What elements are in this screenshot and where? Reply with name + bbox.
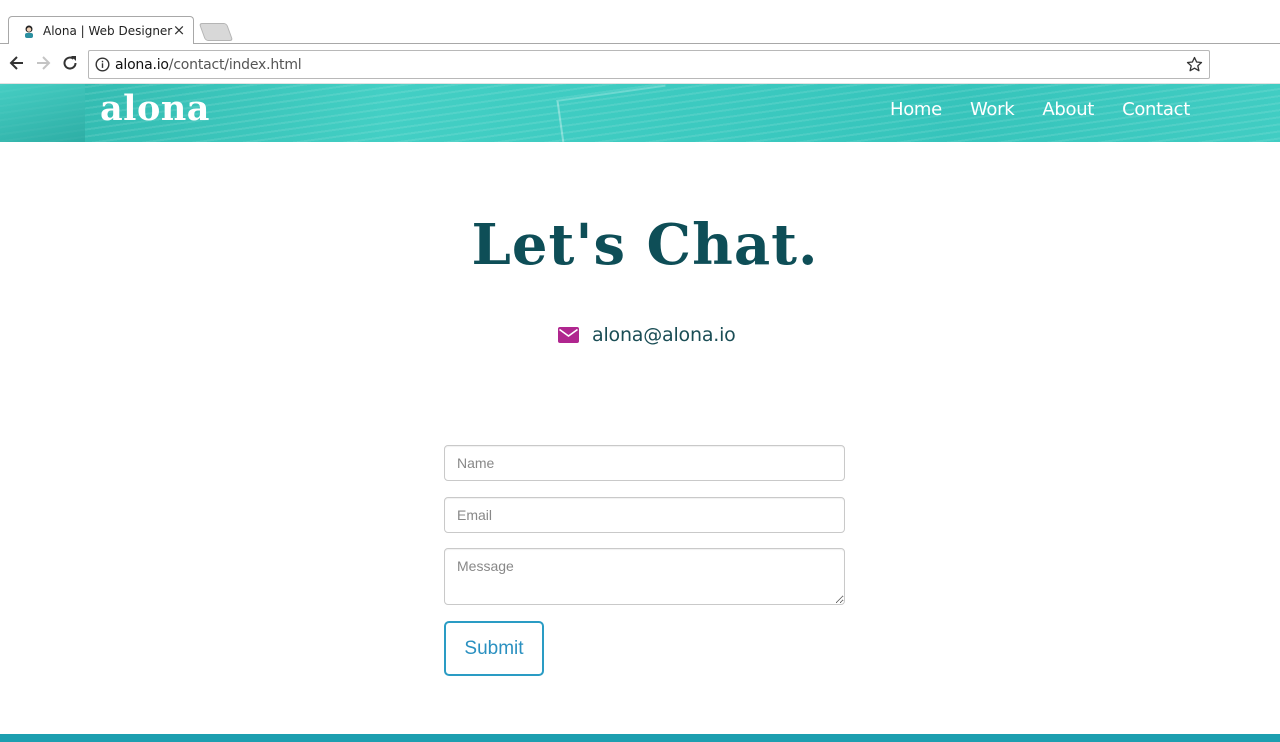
nav-home[interactable]: Home <box>890 99 942 120</box>
contact-email: alona@alona.io <box>558 322 736 348</box>
nav-contact[interactable]: Contact <box>1122 99 1190 120</box>
envelope-icon <box>558 327 579 343</box>
url-path: /contact/index.html <box>168 57 302 73</box>
reload-icon[interactable] <box>60 53 80 73</box>
header-background-decoration <box>0 84 85 142</box>
footer-bar <box>0 734 1280 742</box>
email-address-link[interactable]: alona@alona.io <box>592 324 736 346</box>
email-input[interactable] <box>444 497 845 533</box>
message-textarea[interactable] <box>444 548 845 605</box>
browser-tab-strip: Alona | Web Designer × <box>0 0 1280 45</box>
tab-title: Alona | Web Designer <box>43 24 173 38</box>
address-bar[interactable]: alona.io/contact/index.html <box>88 50 1210 79</box>
main-nav: Home Work About Contact <box>890 99 1190 120</box>
favicon-icon <box>25 25 33 38</box>
tab-close-icon[interactable]: × <box>172 22 186 38</box>
url-text: alona.io/contact/index.html <box>115 57 302 73</box>
url-host: alona.io <box>115 57 169 73</box>
bookmark-star-icon[interactable] <box>1186 56 1203 73</box>
page-heading: Let's Chat. <box>471 212 819 278</box>
site-logo[interactable]: alona <box>100 88 210 129</box>
header-background-decoration <box>556 84 674 142</box>
nav-work[interactable]: Work <box>970 99 1015 120</box>
forward-arrow-icon[interactable] <box>33 53 53 73</box>
name-input[interactable] <box>444 445 845 481</box>
browser-toolbar: alona.io/contact/index.html <box>0 44 1280 84</box>
submit-button[interactable]: Submit <box>444 621 544 676</box>
new-tab-button[interactable] <box>198 23 234 41</box>
site-header: alona Home Work About Contact <box>0 84 1280 142</box>
info-icon[interactable] <box>95 57 110 72</box>
back-arrow-icon[interactable] <box>7 53 27 73</box>
nav-about[interactable]: About <box>1042 99 1094 120</box>
browser-tab[interactable]: Alona | Web Designer × <box>8 16 194 45</box>
